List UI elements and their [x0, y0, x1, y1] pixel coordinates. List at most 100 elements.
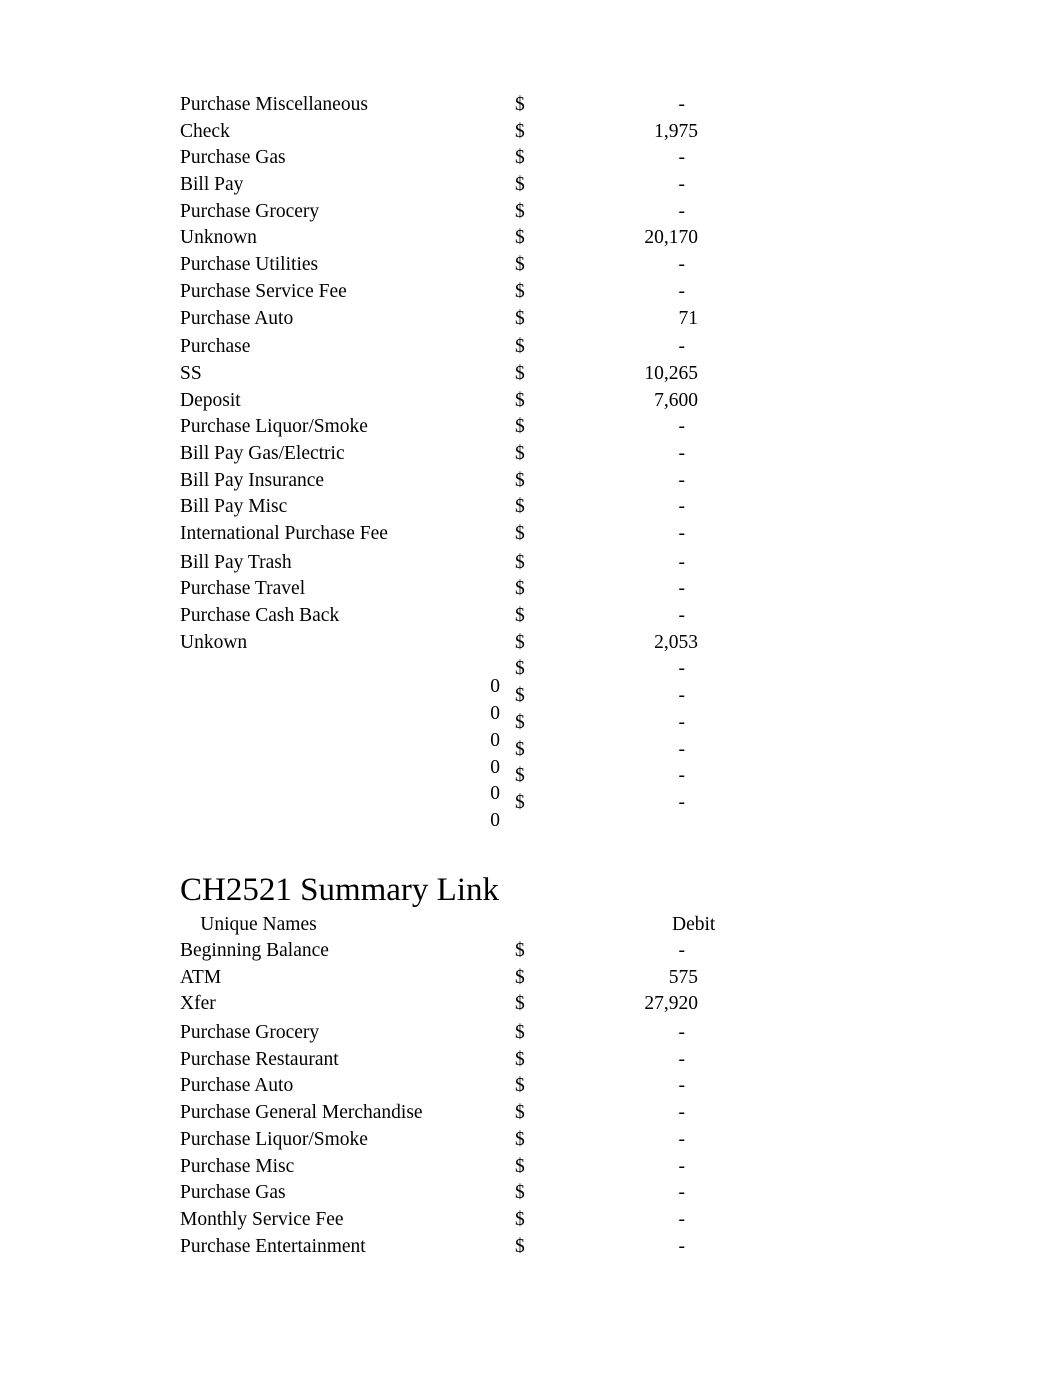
- row-currency-symbol: $: [515, 738, 525, 760]
- row-category-name: Xfer: [180, 993, 216, 1015]
- row-category-name: Purchase Entertainment: [180, 1235, 366, 1257]
- row-category-name: Bill Pay Misc: [180, 496, 288, 518]
- row-debit-amount: -: [678, 523, 686, 544]
- row-category-name: Purchase Liquor/Smoke: [180, 416, 368, 438]
- row-debit-amount: 71: [678, 307, 699, 329]
- table-row: Purchase Utilities $ -: [0, 252, 1062, 279]
- row-currency-symbol: $: [515, 523, 525, 544]
- row-debit-amount: 27,920: [644, 993, 698, 1015]
- row-currency-symbol: $: [515, 685, 525, 707]
- row-category-name: Purchase Grocery: [180, 1022, 320, 1044]
- row-category-name: SS: [180, 362, 202, 384]
- row-debit-amount: -: [678, 200, 686, 222]
- row-currency-symbol: $: [515, 791, 525, 813]
- row-debit-amount: -: [678, 496, 686, 518]
- row-currency-symbol: $: [515, 496, 525, 518]
- row-currency-symbol: $: [515, 362, 525, 384]
- table-row: Bill Pay Insurance $ -: [0, 468, 1062, 495]
- transaction-category-table-summary: Beginning Balance $ - ATM $575 Xfer $27,920 Pur…: [0, 938, 1062, 1260]
- table-row: Purchase Miscellaneous $ -: [0, 92, 1062, 119]
- row-category-name: Bill Pay Insurance: [180, 469, 325, 491]
- row-debit-amount: -: [678, 738, 686, 760]
- table-row: 0 $ -: [0, 656, 1062, 697]
- row-currency-symbol: $: [515, 416, 525, 438]
- table-row: Deposit $7,600: [0, 388, 1062, 415]
- row-currency-symbol: $: [515, 442, 525, 464]
- row-category-name: Deposit: [180, 389, 241, 411]
- table-row: Purchase Grocery $ -: [0, 1020, 1062, 1047]
- row-category-name: Purchase Liquor/Smoke: [180, 1128, 368, 1150]
- row-debit-amount: -: [678, 1208, 686, 1230]
- row-debit-amount: -: [678, 1182, 686, 1204]
- row-currency-symbol: $: [515, 120, 525, 142]
- row-debit-amount: -: [678, 336, 686, 358]
- row-currency-symbol: $: [515, 605, 525, 627]
- row-currency-symbol: $: [515, 307, 525, 329]
- table-row: Purchase Service Fee $ -: [0, 279, 1062, 306]
- row-currency-symbol: $: [515, 174, 525, 196]
- table-row: 0 $ -: [0, 710, 1062, 751]
- table-row: 0 $ -: [0, 790, 1062, 831]
- row-currency-symbol: $: [515, 966, 525, 988]
- row-currency-symbol: $: [515, 1155, 525, 1177]
- row-debit-amount: -: [678, 174, 686, 196]
- row-debit-amount: -: [678, 940, 686, 961]
- row-debit-amount: -: [678, 711, 686, 733]
- table-row: Purchase Gas $ -: [0, 1180, 1062, 1207]
- row-category-name: Bill Pay: [180, 174, 244, 196]
- section-title-ch2521-summary-link: CH2521 Summary Link: [180, 872, 499, 908]
- row-category-name: Purchase Utilities: [180, 254, 319, 276]
- row-category-name: Purchase Service Fee: [180, 280, 347, 302]
- row-category-name: Purchase Gas: [180, 147, 286, 169]
- row-currency-symbol: $: [515, 389, 525, 411]
- table-row: Purchase Liquor/Smoke $ -: [0, 414, 1062, 441]
- table-row: Purchase Misc $ -: [0, 1154, 1062, 1181]
- row-currency-symbol: $: [515, 336, 525, 358]
- table-row: Purchase General Merchandise $ -: [0, 1100, 1062, 1127]
- row-category-name: Purchase Auto: [180, 1075, 294, 1097]
- row-currency-symbol: $: [515, 551, 525, 573]
- row-debit-amount: 10,265: [644, 362, 698, 384]
- table-row: Purchase Travel $ -: [0, 576, 1062, 603]
- column-header-row: Unique Names Debit: [0, 911, 1062, 939]
- row-debit-amount: -: [678, 94, 686, 115]
- row-category-name: ATM: [180, 966, 222, 988]
- row-debit-amount: -: [678, 658, 686, 680]
- row-debit-amount: -: [678, 551, 686, 573]
- row-debit-amount: 20,170: [644, 227, 698, 249]
- row-category-name: Purchase: [180, 336, 251, 358]
- row-currency-symbol: $: [515, 1022, 525, 1044]
- row-category-name: Purchase Auto: [180, 307, 294, 329]
- table-row: 0 $ -: [0, 737, 1062, 778]
- row-debit-amount: -: [678, 1235, 686, 1257]
- row-currency-symbol: $: [515, 200, 525, 222]
- row-category-name: Purchase General Merchandise: [180, 1102, 423, 1124]
- row-category-name: Purchase Travel: [180, 578, 306, 600]
- row-currency-symbol: $: [515, 711, 525, 733]
- row-category-name: Bill Pay Trash: [180, 551, 292, 573]
- row-debit-amount: -: [678, 578, 686, 600]
- row-debit-amount: -: [678, 605, 686, 627]
- row-category-name: Purchase Cash Back: [180, 605, 340, 627]
- table-row: ATM $575: [0, 965, 1062, 992]
- table-row: Purchase Restaurant $ -: [0, 1047, 1062, 1074]
- row-debit-amount: -: [678, 254, 686, 276]
- table-row: Purchase Auto $71: [0, 306, 1062, 333]
- row-category-name: International Purchase Fee: [180, 523, 388, 544]
- column-header-unique-names: Unique Names: [200, 914, 317, 935]
- row-category-name: Unknown: [180, 227, 257, 249]
- row-currency-symbol: $: [515, 254, 525, 276]
- row-debit-amount: 1,975: [654, 120, 698, 142]
- table-row: 0 $ -: [0, 683, 1062, 724]
- table-row: Purchase Liquor/Smoke $ -: [0, 1127, 1062, 1154]
- row-debit-amount: -: [678, 1102, 686, 1124]
- row-category-name: Unkown: [180, 631, 248, 653]
- table-row: Purchase Gas $ -: [0, 145, 1062, 172]
- row-currency-symbol: $: [515, 1208, 525, 1230]
- row-currency-symbol: $: [515, 631, 525, 653]
- row-debit-amount: -: [678, 1048, 686, 1070]
- row-currency-symbol: $: [515, 280, 525, 302]
- row-debit-amount: 7,600: [654, 389, 698, 411]
- row-debit-amount: -: [678, 1075, 686, 1097]
- row-currency-symbol: $: [515, 94, 525, 115]
